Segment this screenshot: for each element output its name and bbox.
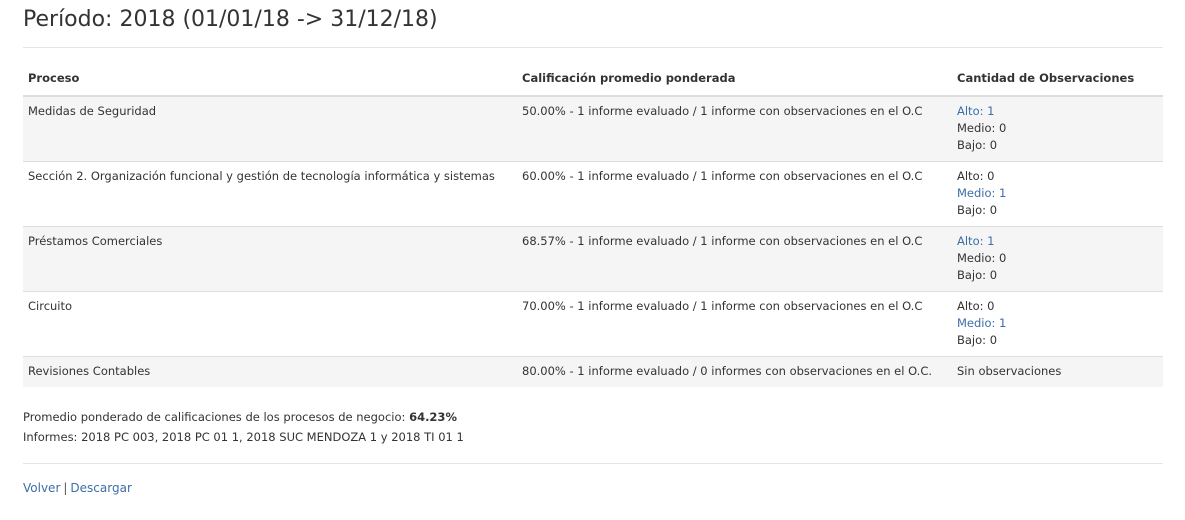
cell-calificacion: 68.57% - 1 informe evaluado / 1 informe … [517, 226, 952, 292]
observation-count: Bajo: 0 [957, 268, 998, 282]
cell-observaciones: Alto: 1 Medio: 0 Bajo: 0 [952, 226, 1163, 292]
observation-link[interactable]: Medio: 1 [957, 185, 1158, 202]
column-header-observaciones: Cantidad de Observaciones [952, 70, 1163, 97]
weighted-average-label: Promedio ponderado de calificaciones de … [23, 410, 410, 424]
observation-count: Alto: 0 [957, 299, 995, 313]
cell-proceso: Circuito [23, 291, 517, 357]
observation-count: Sin observaciones [957, 364, 1062, 378]
table-header-row: Proceso Calificación promedio ponderada … [23, 70, 1163, 97]
reports-list: Informes: 2018 PC 003, 2018 PC 01 1, 201… [23, 430, 464, 444]
observation-count: Bajo: 0 [957, 138, 998, 152]
cell-observaciones: Alto: 0 Medio: 1 Bajo: 0 [952, 291, 1163, 357]
footer-divider [23, 463, 1163, 464]
back-link[interactable]: Volver [23, 481, 60, 495]
cell-observaciones: Alto: 1 Medio: 0 Bajo: 0 [952, 96, 1163, 162]
observation-count: Bajo: 0 [957, 203, 998, 217]
observation-link[interactable]: Alto: 1 [957, 103, 1158, 120]
cell-proceso: Préstamos Comerciales [23, 226, 517, 292]
cell-observaciones: Sin observaciones [952, 356, 1163, 387]
footer-links: Volver | Descargar [23, 481, 1163, 495]
table-row: Préstamos Comerciales 68.57% - 1 informe … [23, 226, 1163, 292]
cell-calificacion: 50.00% - 1 informe evaluado / 1 informe … [517, 96, 952, 162]
column-header-proceso: Proceso [23, 70, 517, 97]
observation-count: Bajo: 0 [957, 333, 998, 347]
table-body: Medidas de Seguridad 50.00% - 1 informe e… [23, 96, 1163, 387]
page-title: Período: 2018 (01/01/18 -> 31/12/18) [23, 7, 438, 32]
observation-count: Medio: 0 [957, 121, 1007, 135]
column-header-calificacion: Calificación promedio ponderada [517, 70, 952, 97]
observation-count: Medio: 0 [957, 251, 1007, 265]
process-table: Proceso Calificación promedio ponderada … [23, 70, 1163, 387]
title-divider [23, 47, 1163, 48]
cell-calificacion: 60.00% - 1 informe evaluado / 1 informe … [517, 161, 952, 227]
download-link[interactable]: Descargar [70, 481, 131, 495]
cell-proceso: Revisiones Contables [23, 356, 517, 387]
weighted-average: Promedio ponderado de calificaciones de … [23, 407, 1163, 427]
link-separator: | [63, 481, 68, 495]
weighted-average-value: 64.23% [409, 410, 457, 424]
report-container: Período: 2018 (01/01/18 -> 31/12/18) Pro… [23, 0, 1163, 495]
table-row: Revisiones Contables 80.00% - 1 informe e… [23, 356, 1163, 387]
observation-count: Alto: 0 [957, 169, 995, 183]
observation-link[interactable]: Alto: 1 [957, 233, 1158, 250]
cell-observaciones: Alto: 0 Medio: 1 Bajo: 0 [952, 161, 1163, 227]
table-row: Sección 2. Organización funcional y gest… [23, 161, 1163, 227]
table-row: Medidas de Seguridad 50.00% - 1 informe e… [23, 96, 1163, 162]
summary: Promedio ponderado de calificaciones de … [23, 407, 1163, 447]
table-row: Circuito 70.00% - 1 informe evaluado / 1 … [23, 291, 1163, 357]
cell-calificacion: 80.00% - 1 informe evaluado / 0 informes… [517, 356, 952, 387]
cell-proceso: Sección 2. Organización funcional y gest… [23, 161, 517, 227]
observation-link[interactable]: Medio: 1 [957, 315, 1158, 332]
cell-proceso: Medidas de Seguridad [23, 96, 517, 162]
cell-calificacion: 70.00% - 1 informe evaluado / 1 informe … [517, 291, 952, 357]
